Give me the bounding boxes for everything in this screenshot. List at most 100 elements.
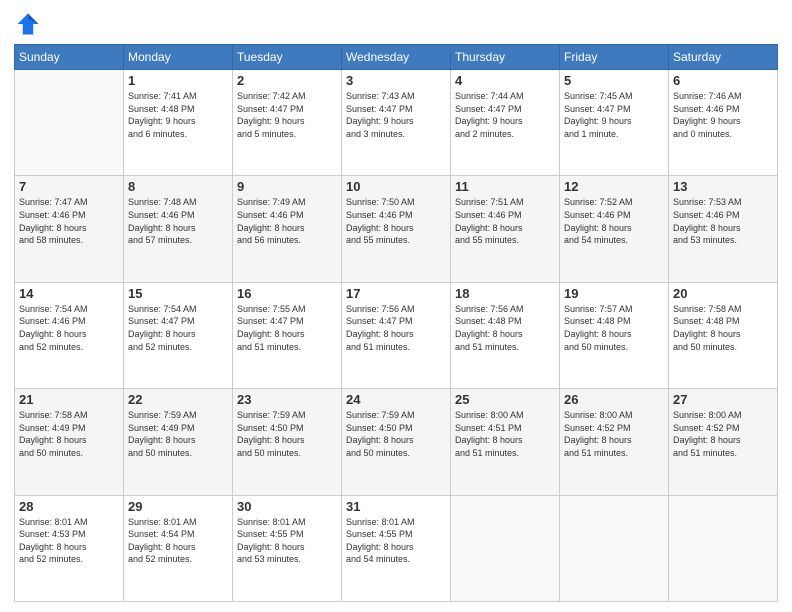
calendar-cell: 24Sunrise: 7:59 AM Sunset: 4:50 PM Dayli… <box>342 389 451 495</box>
day-number: 23 <box>237 392 337 407</box>
day-number: 31 <box>346 499 446 514</box>
calendar-cell: 19 Sunrise: 7:57 AM Sunset: 4:48 PM Dayli… <box>560 282 669 388</box>
day-info: Sunrise: 8:01 AM Sunset: 4:53 PM Dayligh… <box>19 516 119 566</box>
day-number: 17 <box>346 286 446 301</box>
calendar-cell: 11Sunrise: 7:51 AM Sunset: 4:46 PM Dayli… <box>451 176 560 282</box>
calendar-cell: 6Sunrise: 7:46 AM Sunset: 4:46 PM Daylig… <box>669 70 778 176</box>
day-number: 19 <box>564 286 664 301</box>
calendar-cell: 13 Sunrise: 7:53 AM Sunset: 4:46 PM Dayli… <box>669 176 778 282</box>
calendar-cell: 27Sunrise: 8:00 AM Sunset: 4:52 PM Dayli… <box>669 389 778 495</box>
day-number: 18 <box>455 286 555 301</box>
day-info: Sunrise: 7:59 AM Sunset: 4:50 PM Dayligh… <box>346 409 446 459</box>
day-number: 6 <box>673 73 773 88</box>
day-number: 25 <box>455 392 555 407</box>
day-info: Sunrise: 7:50 AM Sunset: 4:46 PM Dayligh… <box>346 196 446 246</box>
day-info: Sunrise: 7:44 AM Sunset: 4:47 PM Dayligh… <box>455 90 555 140</box>
calendar-cell: 26Sunrise: 8:00 AM Sunset: 4:52 PM Dayli… <box>560 389 669 495</box>
day-info: Sunrise: 7:45 AM Sunset: 4:47 PM Dayligh… <box>564 90 664 140</box>
day-number: 30 <box>237 499 337 514</box>
day-number: 11 <box>455 179 555 194</box>
calendar-cell <box>669 495 778 601</box>
calendar-cell: 23Sunrise: 7:59 AM Sunset: 4:50 PM Dayli… <box>233 389 342 495</box>
calendar-cell: 5 Sunrise: 7:45 AM Sunset: 4:47 PM Daylig… <box>560 70 669 176</box>
day-info: Sunrise: 7:57 AM Sunset: 4:48 PM Dayligh… <box>564 303 664 353</box>
weekday-header-thursday: Thursday <box>451 45 560 70</box>
day-info: Sunrise: 8:01 AM Sunset: 4:54 PM Dayligh… <box>128 516 228 566</box>
day-number: 8 <box>128 179 228 194</box>
day-info: Sunrise: 7:59 AM Sunset: 4:49 PM Dayligh… <box>128 409 228 459</box>
logo <box>14 10 46 38</box>
calendar-cell: 25 Sunrise: 8:00 AM Sunset: 4:51 PM Dayli… <box>451 389 560 495</box>
day-number: 13 <box>673 179 773 194</box>
calendar-week-row: 14Sunrise: 7:54 AM Sunset: 4:46 PM Dayli… <box>15 282 778 388</box>
calendar-cell: 22 Sunrise: 7:59 AM Sunset: 4:49 PM Dayli… <box>124 389 233 495</box>
day-number: 7 <box>19 179 119 194</box>
calendar-week-row: 28 Sunrise: 8:01 AM Sunset: 4:53 PM Dayli… <box>15 495 778 601</box>
day-number: 1 <box>128 73 228 88</box>
day-number: 12 <box>564 179 664 194</box>
day-info: Sunrise: 7:43 AM Sunset: 4:47 PM Dayligh… <box>346 90 446 140</box>
calendar-table: SundayMondayTuesdayWednesdayThursdayFrid… <box>14 44 778 602</box>
day-info: Sunrise: 7:56 AM Sunset: 4:48 PM Dayligh… <box>455 303 555 353</box>
weekday-header-friday: Friday <box>560 45 669 70</box>
weekday-header-saturday: Saturday <box>669 45 778 70</box>
day-number: 15 <box>128 286 228 301</box>
day-number: 20 <box>673 286 773 301</box>
day-number: 4 <box>455 73 555 88</box>
day-info: Sunrise: 7:55 AM Sunset: 4:47 PM Dayligh… <box>237 303 337 353</box>
weekday-header-monday: Monday <box>124 45 233 70</box>
day-info: Sunrise: 8:00 AM Sunset: 4:52 PM Dayligh… <box>673 409 773 459</box>
calendar-cell: 4 Sunrise: 7:44 AM Sunset: 4:47 PM Daylig… <box>451 70 560 176</box>
day-info: Sunrise: 7:56 AM Sunset: 4:47 PM Dayligh… <box>346 303 446 353</box>
calendar-cell: 20 Sunrise: 7:58 AM Sunset: 4:48 PM Dayli… <box>669 282 778 388</box>
day-number: 2 <box>237 73 337 88</box>
calendar-cell: 12 Sunrise: 7:52 AM Sunset: 4:46 PM Dayli… <box>560 176 669 282</box>
day-info: Sunrise: 7:52 AM Sunset: 4:46 PM Dayligh… <box>564 196 664 246</box>
day-number: 9 <box>237 179 337 194</box>
calendar-cell: 14Sunrise: 7:54 AM Sunset: 4:46 PM Dayli… <box>15 282 124 388</box>
day-info: Sunrise: 8:01 AM Sunset: 4:55 PM Dayligh… <box>237 516 337 566</box>
day-number: 28 <box>19 499 119 514</box>
day-info: Sunrise: 7:42 AM Sunset: 4:47 PM Dayligh… <box>237 90 337 140</box>
day-info: Sunrise: 7:54 AM Sunset: 4:46 PM Dayligh… <box>19 303 119 353</box>
day-info: Sunrise: 7:47 AM Sunset: 4:46 PM Dayligh… <box>19 196 119 246</box>
day-info: Sunrise: 7:41 AM Sunset: 4:48 PM Dayligh… <box>128 90 228 140</box>
day-number: 3 <box>346 73 446 88</box>
calendar-cell: 29 Sunrise: 8:01 AM Sunset: 4:54 PM Dayli… <box>124 495 233 601</box>
day-info: Sunrise: 7:58 AM Sunset: 4:49 PM Dayligh… <box>19 409 119 459</box>
day-info: Sunrise: 7:58 AM Sunset: 4:48 PM Dayligh… <box>673 303 773 353</box>
calendar-cell: 31 Sunrise: 8:01 AM Sunset: 4:55 PM Dayli… <box>342 495 451 601</box>
calendar-cell: 7 Sunrise: 7:47 AM Sunset: 4:46 PM Daylig… <box>15 176 124 282</box>
calendar-cell: 2 Sunrise: 7:42 AM Sunset: 4:47 PM Daylig… <box>233 70 342 176</box>
calendar-week-row: 1 Sunrise: 7:41 AM Sunset: 4:48 PM Daylig… <box>15 70 778 176</box>
day-info: Sunrise: 7:53 AM Sunset: 4:46 PM Dayligh… <box>673 196 773 246</box>
day-number: 5 <box>564 73 664 88</box>
day-number: 29 <box>128 499 228 514</box>
weekday-header-wednesday: Wednesday <box>342 45 451 70</box>
day-info: Sunrise: 7:54 AM Sunset: 4:47 PM Dayligh… <box>128 303 228 353</box>
header <box>14 10 778 38</box>
calendar-cell: 18 Sunrise: 7:56 AM Sunset: 4:48 PM Dayli… <box>451 282 560 388</box>
calendar-cell: 8 Sunrise: 7:48 AM Sunset: 4:46 PM Daylig… <box>124 176 233 282</box>
calendar-cell <box>15 70 124 176</box>
calendar-cell: 10 Sunrise: 7:50 AM Sunset: 4:46 PM Dayli… <box>342 176 451 282</box>
day-number: 16 <box>237 286 337 301</box>
calendar-cell: 28 Sunrise: 8:01 AM Sunset: 4:53 PM Dayli… <box>15 495 124 601</box>
day-number: 21 <box>19 392 119 407</box>
day-info: Sunrise: 7:49 AM Sunset: 4:46 PM Dayligh… <box>237 196 337 246</box>
calendar-week-row: 7 Sunrise: 7:47 AM Sunset: 4:46 PM Daylig… <box>15 176 778 282</box>
calendar-cell: 16 Sunrise: 7:55 AM Sunset: 4:47 PM Dayli… <box>233 282 342 388</box>
day-info: Sunrise: 8:00 AM Sunset: 4:51 PM Dayligh… <box>455 409 555 459</box>
day-info: Sunrise: 8:01 AM Sunset: 4:55 PM Dayligh… <box>346 516 446 566</box>
calendar-page: SundayMondayTuesdayWednesdayThursdayFrid… <box>0 0 792 612</box>
calendar-cell <box>451 495 560 601</box>
calendar-cell: 21 Sunrise: 7:58 AM Sunset: 4:49 PM Dayli… <box>15 389 124 495</box>
day-number: 10 <box>346 179 446 194</box>
calendar-cell: 17 Sunrise: 7:56 AM Sunset: 4:47 PM Dayli… <box>342 282 451 388</box>
day-info: Sunrise: 7:48 AM Sunset: 4:46 PM Dayligh… <box>128 196 228 246</box>
calendar-cell: 15 Sunrise: 7:54 AM Sunset: 4:47 PM Dayli… <box>124 282 233 388</box>
day-number: 26 <box>564 392 664 407</box>
calendar-cell: 1 Sunrise: 7:41 AM Sunset: 4:48 PM Daylig… <box>124 70 233 176</box>
day-number: 22 <box>128 392 228 407</box>
calendar-cell <box>560 495 669 601</box>
